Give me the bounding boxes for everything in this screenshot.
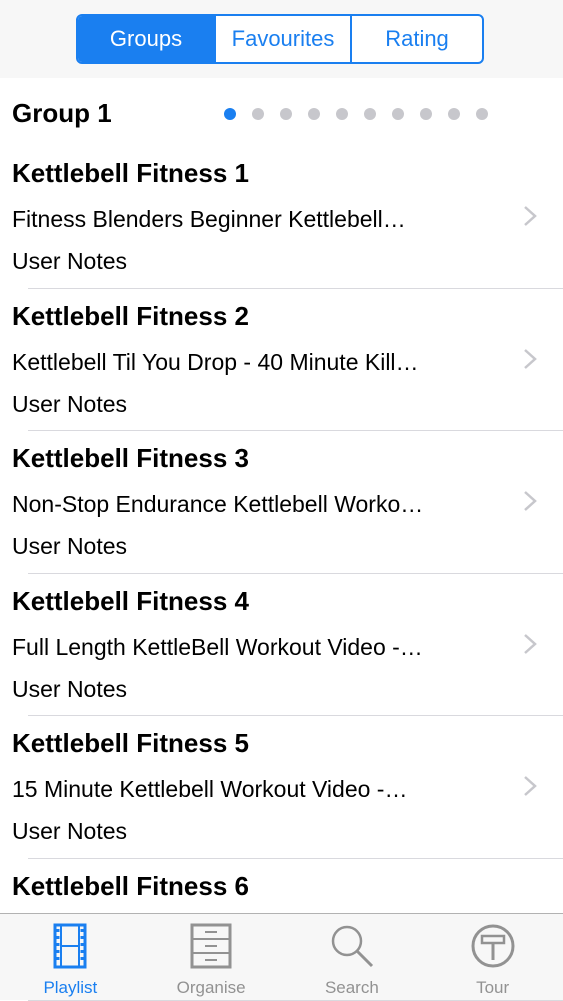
tab-search[interactable]: Search [282,914,423,1000]
tab-label: Playlist [0,978,141,998]
group-title: Group 1 [12,98,112,129]
cabinet-icon [187,922,235,970]
item-subtitle: Full Length KettleBell Workout Video -… [12,634,472,661]
item-title: Kettlebell Fitness 5 [12,728,249,759]
film-strip-icon [46,922,94,970]
page-dot[interactable] [476,108,488,120]
item-notes: User Notes [12,391,127,418]
item-notes: User Notes [12,533,127,560]
page-dot[interactable] [336,108,348,120]
segment-favourites[interactable]: Favourites [214,16,350,62]
item-title: Kettlebell Fitness 6 [12,871,249,902]
tab-label: Organise [141,978,282,998]
item-subtitle: 15 Minute Kettlebell Workout Video -… [12,776,472,803]
tab-label: Tour [422,978,563,998]
item-subtitle: Kettlebell Til You Drop - 40 Minute Kill… [12,349,472,376]
segment-groups[interactable]: Groups [78,16,214,62]
view-segmented-control: Groups Favourites Rating [76,14,484,64]
page-dot[interactable] [280,108,292,120]
tab-bar: Playlist Organise Search Tour [0,913,563,1000]
page-dot[interactable] [308,108,320,120]
chevron-right-icon [520,347,540,371]
chevron-right-icon [520,632,540,656]
top-bar: Groups Favourites Rating [0,0,563,78]
list-item[interactable]: Kettlebell Fitness 2 Kettlebell Til You … [0,289,563,432]
list-item[interactable]: Kettlebell Fitness 1 Fitness Blenders Be… [0,146,563,289]
item-notes: User Notes [12,676,127,703]
page-dot[interactable] [224,108,236,120]
segment-rating[interactable]: Rating [350,16,482,62]
tab-label: Search [282,978,423,998]
page-dot[interactable] [448,108,460,120]
item-title: Kettlebell Fitness 1 [12,158,249,189]
chevron-right-icon [520,204,540,228]
item-title: Kettlebell Fitness 2 [12,301,249,332]
page-dot[interactable] [252,108,264,120]
list-item[interactable]: Kettlebell Fitness 3 Non-Stop Endurance … [0,431,563,574]
tour-sign-icon [469,922,517,970]
list-item[interactable]: Kettlebell Fitness 4 Full Length KettleB… [0,574,563,717]
page-dot[interactable] [364,108,376,120]
chevron-right-icon [520,489,540,513]
item-subtitle: Non-Stop Endurance Kettlebell Worko… [12,491,472,518]
page-dot[interactable] [392,108,404,120]
item-title: Kettlebell Fitness 3 [12,443,249,474]
list-item[interactable]: Kettlebell Fitness 5 15 Minute Kettlebel… [0,716,563,859]
playlist-list: Kettlebell Fitness 1 Fitness Blenders Be… [0,146,563,1001]
item-title: Kettlebell Fitness 4 [12,586,249,617]
page-indicator[interactable] [224,108,488,120]
chevron-right-icon [520,774,540,798]
page-dot[interactable] [420,108,432,120]
item-notes: User Notes [12,818,127,845]
magnifier-icon [328,922,376,970]
tab-tour[interactable]: Tour [422,914,563,1000]
item-notes: User Notes [12,248,127,275]
item-subtitle: Fitness Blenders Beginner Kettlebell… [12,206,472,233]
tab-organise[interactable]: Organise [141,914,282,1000]
tab-playlist[interactable]: Playlist [0,914,141,1000]
